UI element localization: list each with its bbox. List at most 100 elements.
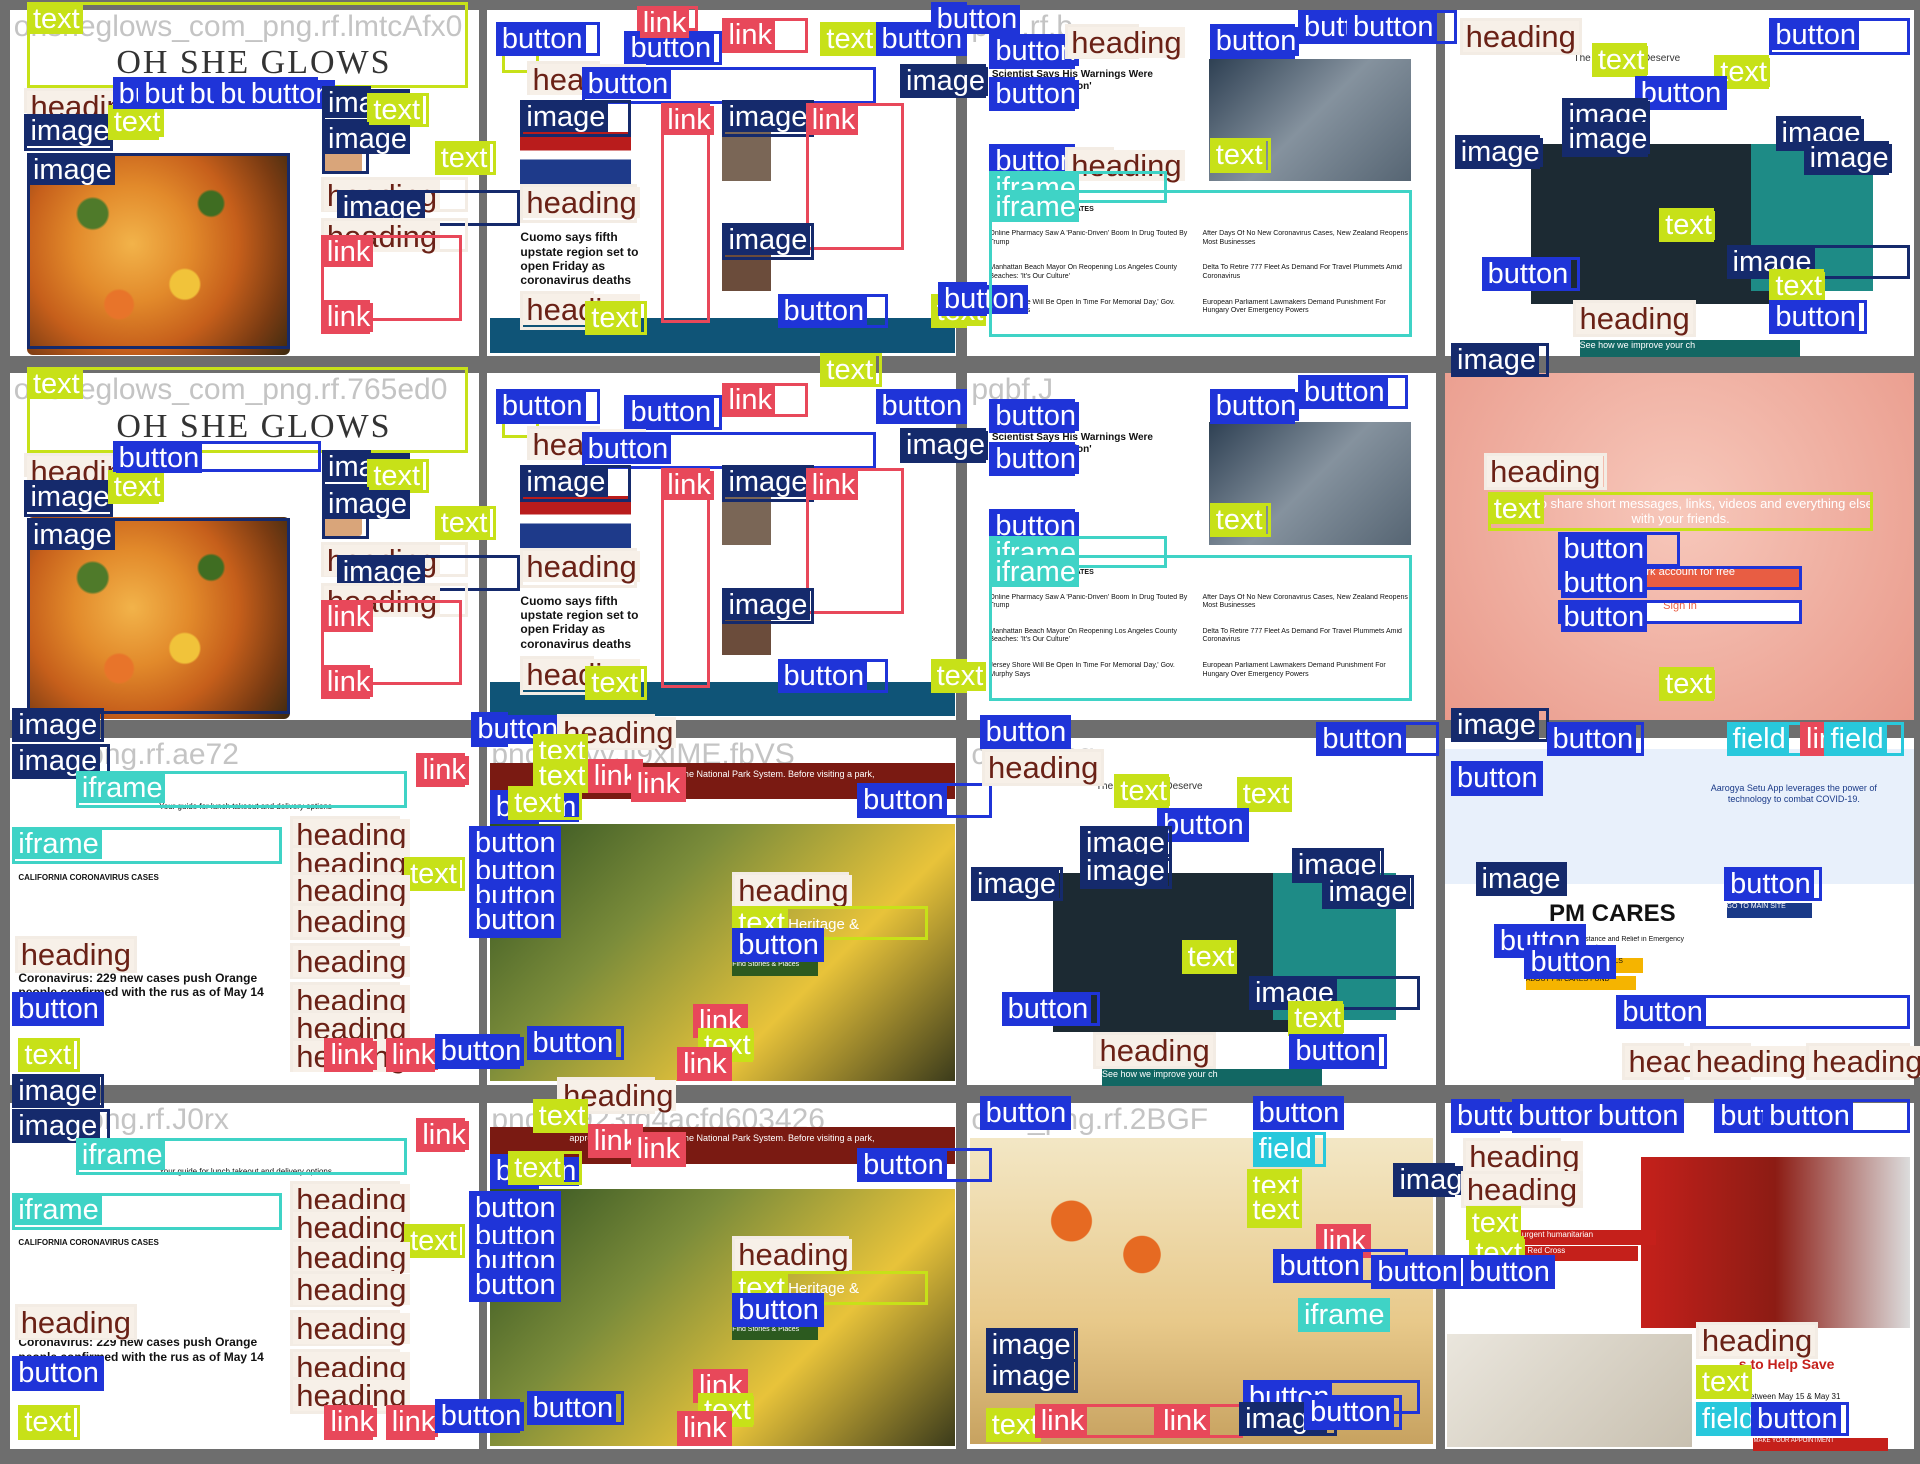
button-annotation-label: button — [1619, 998, 1706, 1028]
link-annotation-box[interactable]: link — [630, 1132, 686, 1167]
button-annotation-box[interactable]: button — [857, 783, 992, 818]
button-annotation-box[interactable]: button — [777, 293, 888, 329]
button-annotation-box[interactable]: button — [1557, 565, 1803, 598]
button-annotation-box[interactable]: button — [1763, 1099, 1911, 1134]
button-annotation-box[interactable]: button — [732, 927, 825, 963]
heading-annotation-box: heading — [1093, 1031, 1216, 1069]
image-annotation-box: image — [520, 100, 631, 138]
button-annotation-box[interactable]: button — [1451, 761, 1543, 796]
link-annotation-box[interactable]: link — [1034, 1404, 1158, 1439]
button-annotation-box[interactable]: button — [989, 34, 1080, 69]
button-annotation-box[interactable]: button — [468, 903, 561, 938]
text-annotation-label: text — [29, 5, 83, 35]
button-annotation-box[interactable]: button — [1451, 1099, 1541, 1134]
button-annotation-box[interactable]: button — [495, 22, 600, 57]
button-annotation-label: button — [584, 435, 672, 465]
button-annotation-box[interactable]: button — [138, 77, 228, 110]
iframe-annotation-label: iframe — [992, 557, 1079, 587]
button-annotation-label: button — [15, 1359, 102, 1389]
button-annotation-box[interactable]: button — [1297, 374, 1409, 409]
link-annotation-box[interactable]: link — [1157, 1404, 1243, 1439]
link-annotation-box[interactable]: link — [722, 18, 809, 53]
link-annotation-box[interactable]: link — [324, 1405, 377, 1440]
button-annotation-label: button — [982, 717, 1070, 747]
button-annotation-box[interactable]: button — [526, 1025, 625, 1061]
image-annotation-box: image — [24, 479, 113, 517]
button-annotation-box[interactable]: button — [1209, 24, 1300, 59]
link-annotation-box[interactable]: link — [677, 1046, 733, 1081]
button-annotation-box[interactable]: button — [1252, 1095, 1345, 1130]
link-annotation-box[interactable]: link — [320, 299, 374, 335]
button-annotation-box[interactable]: button — [471, 712, 562, 747]
link-annotation-box[interactable]: link — [416, 1117, 469, 1152]
button-annotation-box[interactable]: button — [1591, 1099, 1684, 1134]
button-annotation-box[interactable]: button — [1751, 1401, 1849, 1436]
button-annotation-box[interactable]: button — [979, 714, 1072, 750]
button-annotation-box[interactable]: button — [1546, 722, 1645, 757]
button-annotation-box[interactable]: button — [930, 2, 1021, 35]
image-annotation-label: image — [725, 468, 811, 498]
button-annotation-box[interactable]: button — [732, 1292, 825, 1327]
field-annotation-box[interactable]: field — [1824, 722, 1905, 757]
button-annotation-box[interactable]: button — [1371, 1254, 1470, 1289]
button-annotation-box[interactable]: button — [112, 440, 321, 473]
iframe-annotation-label: iframe — [15, 830, 102, 860]
button-annotation-box[interactable]: button — [1316, 722, 1439, 757]
button-annotation-box[interactable]: button — [244, 77, 335, 110]
button-annotation-box[interactable]: button — [1557, 599, 1803, 632]
button-annotation-box[interactable]: button — [1714, 1099, 1804, 1134]
button-annotation-box[interactable]: button — [468, 1268, 561, 1303]
link-annotation-box[interactable]: link — [805, 102, 904, 250]
button-annotation-box[interactable]: button — [1557, 532, 1680, 567]
button-annotation-box[interactable]: button — [526, 1390, 625, 1425]
link-annotation-box[interactable]: link — [385, 1038, 439, 1073]
button-annotation-box[interactable]: button — [434, 1034, 525, 1069]
link-annotation-box[interactable]: link — [661, 102, 714, 324]
button-annotation-box[interactable]: button — [937, 281, 1028, 316]
button-annotation-box[interactable]: button — [989, 77, 1080, 112]
link-annotation-box[interactable]: link — [385, 1405, 439, 1440]
button-annotation-box[interactable]: button — [1524, 944, 1617, 980]
button-annotation-box[interactable]: button — [12, 1356, 105, 1391]
field-annotation-box[interactable]: field — [1695, 1401, 1759, 1436]
button-annotation-box[interactable]: button — [857, 1148, 992, 1183]
link-annotation-box[interactable]: link — [324, 1038, 377, 1073]
button-annotation-box[interactable]: button — [1463, 1254, 1556, 1289]
button-annotation-box[interactable]: button — [1724, 866, 1823, 901]
button-annotation-box[interactable]: button — [1769, 299, 1868, 335]
button-annotation-box[interactable]: button — [434, 1399, 525, 1434]
button-annotation-box[interactable]: button — [624, 395, 723, 430]
button-annotation-box[interactable]: button — [1289, 1034, 1388, 1069]
button-annotation-box[interactable]: button — [1769, 18, 1911, 56]
button-annotation-box[interactable]: button — [1209, 389, 1300, 424]
link-annotation-box[interactable]: link — [722, 383, 809, 418]
image-annotation-box: image — [520, 465, 631, 502]
button-annotation-box[interactable]: button — [1481, 257, 1580, 292]
button-annotation-box[interactable]: button — [989, 399, 1080, 434]
button-annotation-box[interactable]: button — [495, 389, 600, 424]
button-annotation-box[interactable]: button — [1304, 1395, 1403, 1430]
button-annotation-box[interactable]: button — [979, 1095, 1072, 1130]
button-annotation-box[interactable]: button — [875, 389, 968, 424]
button-annotation-box[interactable]: button — [1616, 995, 1911, 1030]
link-annotation-box[interactable]: link — [630, 767, 686, 802]
button-annotation-box[interactable]: button — [1001, 991, 1100, 1026]
link-annotation-box[interactable]: link — [677, 1411, 733, 1446]
button-annotation-box[interactable]: button — [1346, 9, 1458, 45]
button-annotation-box[interactable]: button — [12, 991, 105, 1026]
button-annotation-label: button — [1727, 869, 1814, 899]
image-annotation-box: image — [1454, 134, 1543, 169]
link-annotation-box[interactable]: link — [320, 664, 374, 699]
button-annotation-box[interactable]: button — [989, 441, 1080, 477]
button-annotation-label: button — [584, 70, 672, 100]
button-annotation-box[interactable]: button — [581, 67, 876, 105]
link-annotation-box[interactable]: link — [636, 6, 698, 39]
link-annotation-box[interactable]: link — [805, 467, 904, 615]
text-annotation-box: text — [532, 1099, 589, 1134]
image-annotation-label: image — [1454, 345, 1540, 375]
link-annotation-box[interactable]: link — [416, 752, 469, 788]
button-annotation-box[interactable]: button — [777, 658, 888, 693]
field-annotation-box[interactable]: field — [1252, 1132, 1327, 1167]
button-annotation-box[interactable]: button — [581, 432, 876, 469]
link-annotation-box[interactable]: link — [661, 467, 714, 688]
